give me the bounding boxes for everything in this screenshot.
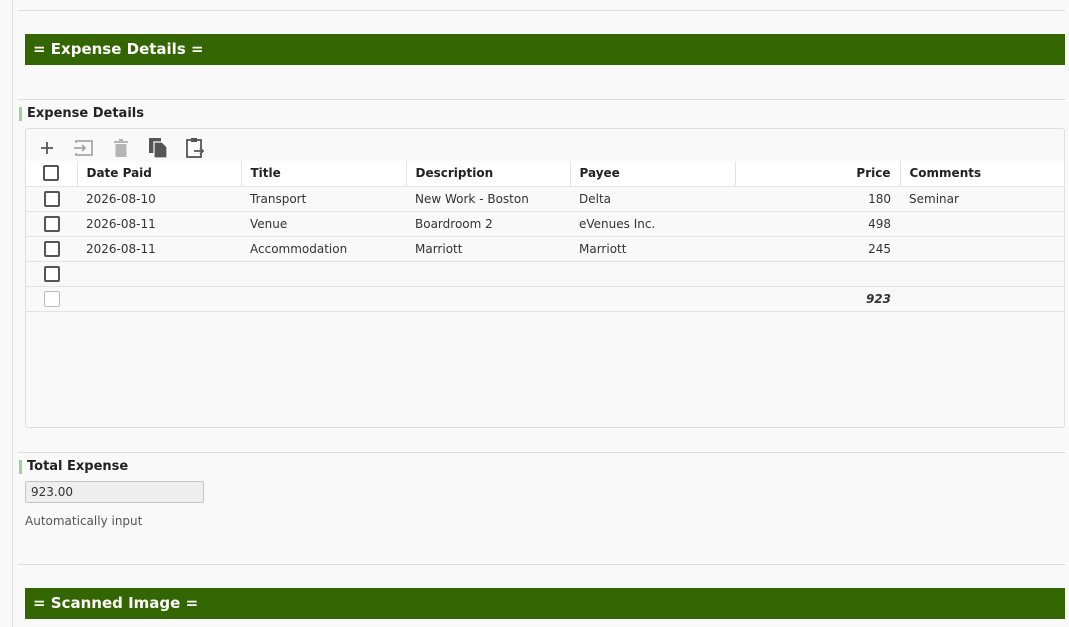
scanned-image-section-header: = Scanned Image =	[25, 588, 1065, 619]
cell-price[interactable]: 180	[735, 186, 900, 212]
cell-description[interactable]: Boardroom 2	[406, 211, 570, 237]
select-all-checkbox[interactable]	[43, 165, 60, 182]
expense-grid: Date Paid Title Description Payee Price …	[25, 128, 1065, 428]
cell-comments[interactable]	[900, 261, 1064, 287]
cell-title[interactable]: Venue	[241, 211, 406, 237]
cell-title[interactable]	[241, 261, 406, 287]
empty-cell	[570, 286, 735, 312]
total-row-checkbox	[43, 290, 60, 307]
cell-description[interactable]: Marriott	[406, 236, 570, 262]
copy-icon	[149, 138, 168, 159]
cell-payee[interactable]: Delta	[570, 186, 735, 212]
empty-cell	[241, 286, 406, 312]
cell-price[interactable]	[735, 261, 900, 287]
column-header-comments[interactable]: Comments	[900, 161, 1065, 187]
cell-payee[interactable]: Marriott	[570, 236, 735, 262]
total-expense-label: Total Expense	[19, 460, 128, 474]
total-expense-field[interactable]: 923.00	[25, 481, 204, 503]
row-select-cell	[26, 211, 77, 237]
divider	[18, 10, 1065, 11]
row-checkbox[interactable]	[43, 240, 60, 257]
cell-date-paid[interactable]: 2026-08-11	[77, 236, 241, 262]
cell-payee[interactable]	[570, 261, 735, 287]
empty-cell	[77, 286, 241, 312]
total-row: 923	[26, 286, 1064, 312]
table-row[interactable]: 2026-08-10 Transport New Work - Boston D…	[26, 186, 1064, 212]
table-row[interactable]: 2026-08-11 Venue Boardroom 2 eVenues Inc…	[26, 211, 1064, 237]
paste-row-button[interactable]	[182, 135, 208, 161]
expense-details-label: Expense Details	[19, 107, 144, 121]
column-header-payee[interactable]: Payee	[570, 161, 736, 187]
column-header-price[interactable]: Price	[735, 161, 901, 187]
grid-toolbar	[34, 135, 208, 161]
empty-cell	[900, 286, 1064, 312]
cell-comments[interactable]	[900, 236, 1064, 262]
divider	[18, 99, 1065, 100]
delete-row-button[interactable]	[108, 135, 134, 161]
empty-cell	[406, 286, 570, 312]
row-select-cell	[26, 186, 77, 212]
add-row-button[interactable]	[34, 135, 60, 161]
row-checkbox[interactable]	[43, 265, 60, 282]
expense-table: Date Paid Title Description Payee Price …	[26, 161, 1065, 312]
column-header-date-paid[interactable]: Date Paid	[77, 161, 242, 187]
total-price-cell: 923	[735, 286, 900, 312]
cell-comments[interactable]	[900, 211, 1064, 237]
total-expense-help-text: Automatically input	[25, 514, 143, 528]
divider	[18, 564, 1065, 565]
row-checkbox[interactable]	[43, 215, 60, 232]
cell-comments[interactable]: Seminar	[900, 186, 1064, 212]
cell-date-paid[interactable]: 2026-08-11	[77, 211, 241, 237]
left-border	[12, 0, 13, 627]
cell-description[interactable]	[406, 261, 570, 287]
row-checkbox[interactable]	[43, 190, 60, 207]
table-row[interactable]: 2026-08-11 Accommodation Marriott Marrio…	[26, 236, 1064, 262]
row-select-cell	[26, 236, 77, 262]
cell-title[interactable]: Accommodation	[241, 236, 406, 262]
row-select-cell	[26, 261, 77, 287]
column-header-description[interactable]: Description	[406, 161, 571, 187]
cell-date-paid[interactable]: 2026-08-10	[77, 186, 241, 212]
select-all-cell	[26, 161, 78, 187]
cell-payee[interactable]: eVenues Inc.	[570, 211, 735, 237]
column-header-title[interactable]: Title	[241, 161, 407, 187]
copy-row-button[interactable]	[145, 135, 171, 161]
table-header-row: Date Paid Title Description Payee Price …	[26, 161, 1065, 187]
cell-title[interactable]: Transport	[241, 186, 406, 212]
insert-icon	[74, 140, 93, 156]
paste-icon	[186, 138, 205, 158]
insert-row-button[interactable]	[71, 135, 97, 161]
expense-details-section-header: = Expense Details =	[25, 34, 1065, 65]
total-row-select-cell	[26, 286, 77, 312]
cell-description[interactable]: New Work - Boston	[406, 186, 570, 212]
delete-icon	[114, 139, 128, 157]
cell-date-paid[interactable]	[77, 261, 241, 287]
cell-price[interactable]: 245	[735, 236, 900, 262]
add-icon	[41, 142, 53, 154]
divider	[18, 452, 1065, 453]
cell-price[interactable]: 498	[735, 211, 900, 237]
table-row[interactable]	[26, 261, 1064, 287]
